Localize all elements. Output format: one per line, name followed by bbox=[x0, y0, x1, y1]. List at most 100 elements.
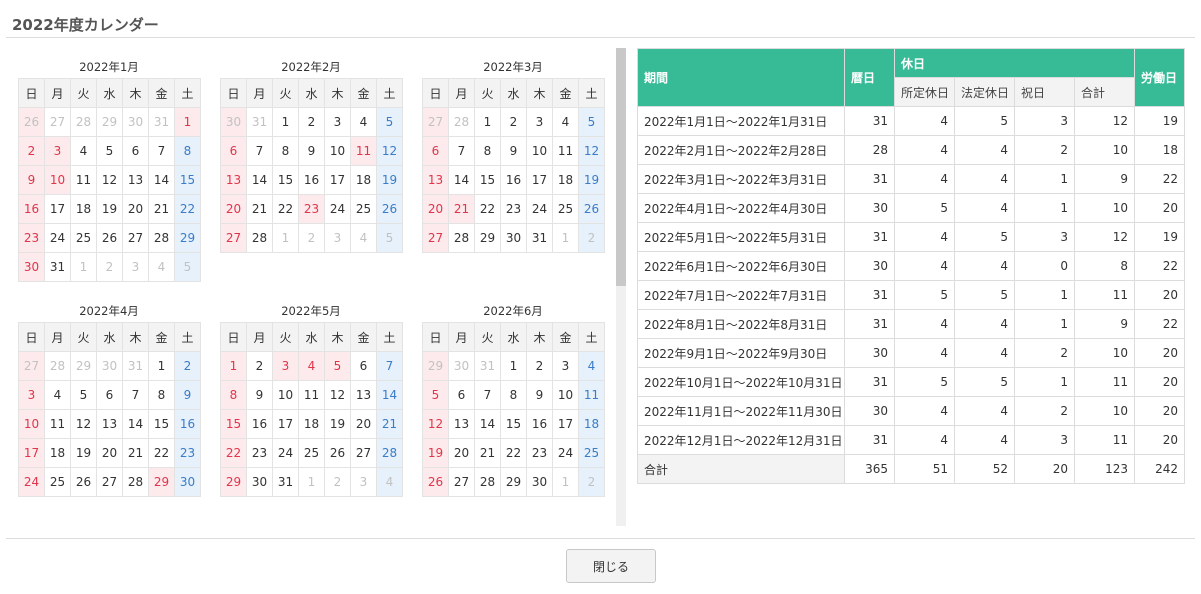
day-cell: 31 bbox=[526, 223, 553, 253]
day-cell: 27 bbox=[422, 223, 449, 253]
day-cell: 1 bbox=[70, 252, 97, 282]
scheduled-holidays-cell: 5 bbox=[894, 193, 955, 223]
summary-row: 2022年11月1日～2022年11月30日 30 4 4 2 10 20 bbox=[637, 396, 1185, 426]
week-row: 29 30 31 1 2 3 4 bbox=[220, 467, 403, 497]
legal-holidays-cell: 4 bbox=[954, 135, 1015, 165]
calendar-days-cell: 31 bbox=[844, 367, 895, 397]
day-cell: 4 bbox=[376, 467, 403, 497]
legal-holidays-cell: 5 bbox=[954, 222, 1015, 252]
day-cell: 31 bbox=[122, 351, 149, 381]
summary-row: 2022年9月1日～2022年9月30日 30 4 4 2 10 20 bbox=[637, 338, 1185, 368]
holiday-total-cell: 11 bbox=[1074, 280, 1135, 310]
working-days-cell: 22 bbox=[1134, 309, 1185, 339]
day-cell: 19 bbox=[376, 165, 403, 195]
day-cell: 1 bbox=[500, 351, 527, 381]
day-cell: 15 bbox=[474, 165, 501, 195]
week-row: 6 7 8 9 10 11 12 bbox=[422, 136, 605, 166]
national-holidays-cell: 2 bbox=[1014, 135, 1075, 165]
day-cell: 16 bbox=[500, 165, 527, 195]
day-cell: 16 bbox=[526, 409, 553, 439]
weekday-header: 日 bbox=[422, 322, 449, 352]
day-cell: 14 bbox=[448, 165, 475, 195]
month-title: 2022年3月 bbox=[483, 60, 543, 74]
calendar-days-cell: 28 bbox=[844, 135, 895, 165]
day-cell: 28 bbox=[448, 107, 475, 137]
day-cell: 31 bbox=[246, 107, 273, 137]
day-cell: 3 bbox=[44, 136, 71, 166]
header-legal-holidays: 法定休日 bbox=[954, 77, 1015, 107]
day-cell: 6 bbox=[122, 136, 149, 166]
working-days-cell: 20 bbox=[1134, 396, 1185, 426]
day-cell: 30 bbox=[220, 107, 247, 137]
weekday-header: 土 bbox=[174, 78, 201, 108]
day-cell: 4 bbox=[298, 351, 325, 381]
day-cell: 14 bbox=[474, 409, 501, 439]
day-cell: 28 bbox=[246, 223, 273, 253]
day-cell: 19 bbox=[70, 438, 97, 468]
legal-holidays-cell: 52 bbox=[954, 454, 1015, 484]
weekday-header: 火 bbox=[70, 322, 97, 352]
summary-row: 2022年2月1日～2022年2月28日 28 4 4 2 10 18 bbox=[637, 135, 1185, 165]
header-national-holidays: 祝日 bbox=[1014, 77, 1075, 107]
national-holidays-cell: 2 bbox=[1014, 338, 1075, 368]
scrollbar-thumb[interactable] bbox=[616, 48, 626, 286]
day-cell: 27 bbox=[18, 351, 45, 381]
day-cell: 1 bbox=[474, 107, 501, 137]
calendar-scroll-pane[interactable]: 2022年1月日月火水木金土 26 27 28 29 30 31 1 2 3 4 5 6 7 8 9 10 11 1… bbox=[8, 48, 625, 526]
weekday-header: 火 bbox=[70, 78, 97, 108]
weekday-header: 日 bbox=[422, 78, 449, 108]
week-row: 16 17 18 19 20 21 22 bbox=[18, 194, 201, 224]
weekday-header: 木 bbox=[324, 78, 351, 108]
day-cell: 12 bbox=[96, 165, 123, 195]
day-cell: 4 bbox=[148, 252, 175, 282]
day-cell: 25 bbox=[298, 438, 325, 468]
week-row: 12 13 14 15 16 17 18 bbox=[422, 409, 605, 439]
day-cell: 24 bbox=[552, 438, 579, 468]
day-cell: 3 bbox=[272, 351, 299, 381]
legal-holidays-cell: 4 bbox=[954, 164, 1015, 194]
day-cell: 16 bbox=[298, 165, 325, 195]
scheduled-holidays-cell: 4 bbox=[894, 222, 955, 252]
summary-row: 2022年7月1日～2022年7月31日 31 5 5 1 11 20 bbox=[637, 280, 1185, 310]
close-button[interactable]: 閉じる bbox=[566, 549, 656, 583]
calendar-scrollbar[interactable] bbox=[616, 48, 626, 526]
day-cell: 24 bbox=[324, 194, 351, 224]
day-cell: 23 bbox=[18, 223, 45, 253]
holiday-total-cell: 12 bbox=[1074, 106, 1135, 136]
period-cell: 2022年12月1日～2022年12月31日 bbox=[637, 425, 845, 455]
weekday-header: 金 bbox=[148, 78, 175, 108]
national-holidays-cell: 1 bbox=[1014, 309, 1075, 339]
national-holidays-cell: 20 bbox=[1014, 454, 1075, 484]
week-row: 10 11 12 13 14 15 16 bbox=[18, 409, 201, 439]
calendar-days-cell: 31 bbox=[844, 106, 895, 136]
day-cell: 17 bbox=[272, 409, 299, 439]
day-cell: 13 bbox=[350, 380, 377, 410]
day-cell: 22 bbox=[174, 194, 201, 224]
day-cell: 21 bbox=[122, 438, 149, 468]
day-cell: 4 bbox=[350, 107, 377, 137]
day-cell: 30 bbox=[122, 107, 149, 137]
day-cell: 15 bbox=[174, 165, 201, 195]
day-cell: 29 bbox=[220, 467, 247, 497]
day-cell: 2 bbox=[96, 252, 123, 282]
day-cell: 31 bbox=[148, 107, 175, 137]
day-cell: 6 bbox=[220, 136, 247, 166]
day-cell: 28 bbox=[148, 223, 175, 253]
weekday-header: 土 bbox=[578, 78, 605, 108]
scheduled-holidays-cell: 4 bbox=[894, 164, 955, 194]
scheduled-holidays-cell: 4 bbox=[894, 425, 955, 455]
legal-holidays-cell: 4 bbox=[954, 338, 1015, 368]
weekday-header: 火 bbox=[272, 322, 299, 352]
week-row: 30 31 1 2 3 4 5 bbox=[18, 252, 201, 282]
weekday-header: 月 bbox=[448, 322, 475, 352]
scheduled-holidays-cell: 51 bbox=[894, 454, 955, 484]
day-cell: 29 bbox=[500, 467, 527, 497]
month-calendar: 2022年4月日月火水木金土 27 28 29 30 31 1 2 3 4 5 6 7 8 9 10 11 12 1… bbox=[18, 300, 201, 497]
day-cell: 23 bbox=[500, 194, 527, 224]
calendar-days-cell: 31 bbox=[844, 280, 895, 310]
day-cell: 16 bbox=[18, 194, 45, 224]
day-cell: 1 bbox=[220, 351, 247, 381]
summary-row: 2022年4月1日～2022年4月30日 30 5 4 1 10 20 bbox=[637, 193, 1185, 223]
day-cell: 23 bbox=[246, 438, 273, 468]
period-cell: 2022年9月1日～2022年9月30日 bbox=[637, 338, 845, 368]
